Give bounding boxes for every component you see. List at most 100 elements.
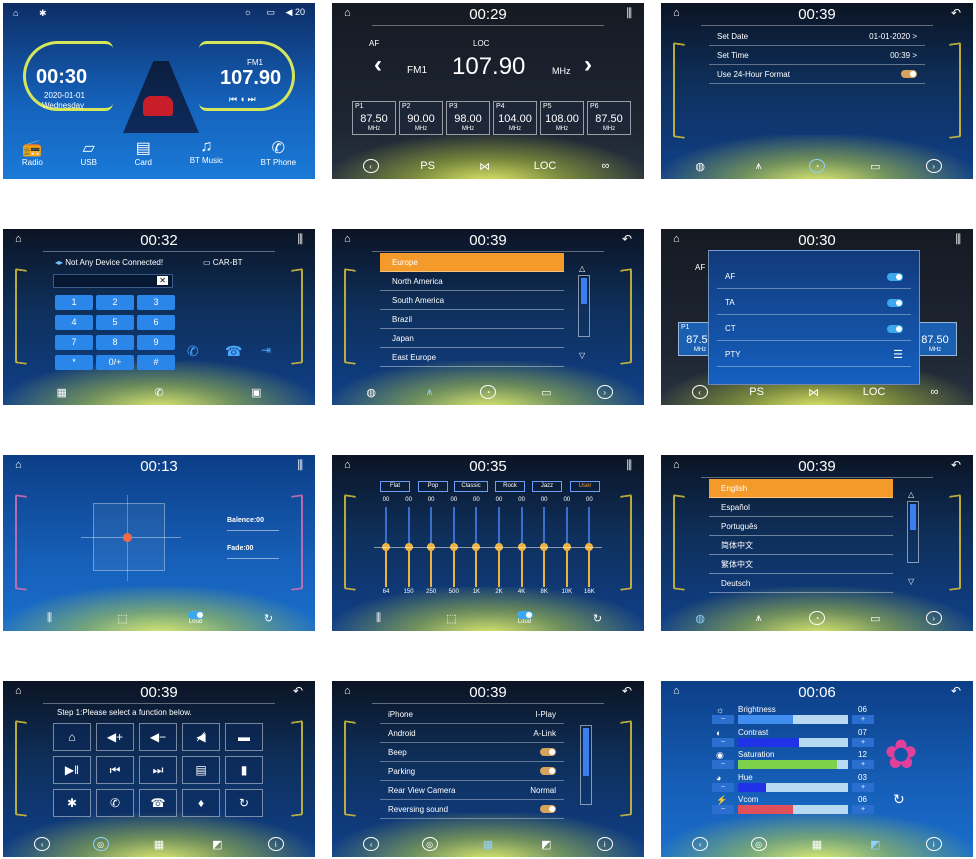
grid-icon[interactable]: ▦ (151, 838, 167, 851)
decrease-button[interactable]: − (712, 782, 734, 792)
preset-button[interactable]: P5 108.00 MHz (540, 101, 584, 135)
steering-wheel-icon[interactable]: ◎ (421, 837, 438, 851)
back-icon[interactable]: ‹ (362, 159, 379, 173)
scroll-up-icon[interactable]: △ (579, 264, 585, 273)
next-icon[interactable]: › (925, 159, 942, 173)
adjust-track[interactable] (738, 760, 848, 769)
transfer-icon[interactable]: ⇥ (261, 343, 271, 357)
previous-button[interactable]: ⏮ (96, 756, 134, 784)
pty-option[interactable]: PTY ☰ (717, 343, 911, 367)
settings-icon[interactable]: ⫼ (626, 6, 632, 21)
eq-preset-tab[interactable]: Flat (380, 481, 410, 492)
eq-preset-tab[interactable]: Pop (418, 481, 448, 492)
beep-toggle[interactable] (540, 748, 556, 756)
android-row[interactable]: Android A-Link (380, 724, 564, 743)
list-item[interactable]: South America (380, 291, 564, 310)
app-radio[interactable]: 📻 Radio (22, 138, 43, 179)
scrollbar[interactable] (580, 725, 592, 805)
home-icon[interactable]: ⌂ (673, 7, 680, 19)
keypad-key[interactable]: 2 (96, 295, 134, 310)
iphone-row[interactable]: iPhone I-Play (380, 705, 564, 724)
list-item[interactable]: 简体中文 (709, 536, 893, 555)
eq-icon[interactable]: ⫼ (371, 612, 387, 625)
increase-button[interactable]: + (852, 782, 874, 792)
eq-preset-tab[interactable]: Jazz (532, 481, 562, 492)
radio-button[interactable]: ▤ (182, 756, 220, 784)
volume-up-button[interactable]: ◀+ (96, 723, 134, 751)
app-usb[interactable]: ▱ USB (80, 138, 96, 179)
list-item[interactable]: 繁体中文 (709, 555, 893, 574)
home-icon[interactable]: ⌂ (673, 685, 680, 697)
loud-switch[interactable] (516, 611, 533, 619)
mode-button[interactable]: ▬ (225, 723, 263, 751)
next-icon[interactable]: › (596, 385, 613, 399)
home-function-button[interactable]: ⌂ (53, 723, 91, 751)
back-icon[interactable]: ‹ (691, 385, 708, 399)
scroll-down-icon[interactable]: ▽ (908, 577, 914, 586)
back-icon[interactable]: ↶ (951, 458, 961, 472)
radio-controls[interactable]: ⏮ ◖ ⏭ (229, 94, 256, 105)
clock-icon[interactable]: ◔ (479, 385, 496, 399)
keypad-key[interactable]: * (55, 355, 93, 370)
speaker-icon[interactable]: ⬚ (115, 612, 131, 625)
keypad-key[interactable]: 8 (96, 335, 134, 350)
reset-icon[interactable]: ↻ (261, 612, 277, 625)
reset-icon[interactable]: ↻ (590, 612, 606, 625)
list-item[interactable]: English (709, 479, 893, 498)
decrease-button[interactable]: − (712, 805, 734, 814)
keypad-key[interactable]: 5 (96, 315, 134, 330)
reset-icon[interactable]: ↻ (893, 791, 905, 808)
keypad-key[interactable]: 1 (55, 295, 93, 310)
back-icon[interactable]: ‹ (692, 837, 709, 851)
keypad-key[interactable]: 7 (55, 335, 93, 350)
ps-button[interactable]: PS (749, 386, 765, 398)
chat-icon[interactable]: ◍ (363, 386, 379, 399)
loud-switch[interactable] (187, 611, 204, 619)
app-bt-music[interactable]: ♫ BT Music (190, 138, 223, 179)
voice-button[interactable]: ♦ (182, 789, 220, 817)
list-icon[interactable]: ☰ (893, 348, 903, 361)
loc-button[interactable]: LOC (863, 386, 886, 398)
loc-button[interactable]: LOC (534, 160, 557, 172)
eq-preset-tab[interactable]: Rock (495, 481, 525, 492)
decrease-button[interactable]: − (712, 715, 734, 724)
adjust-track[interactable] (738, 805, 848, 814)
adjust-track[interactable] (738, 737, 848, 747)
call-icon[interactable]: ✆ (187, 343, 199, 360)
list-item[interactable]: Español (709, 498, 893, 517)
next-icon[interactable]: › (925, 611, 942, 625)
scrollbar[interactable] (907, 501, 919, 563)
chat-icon[interactable]: ◍ (692, 160, 708, 173)
steering-wheel-icon[interactable]: ◎ (750, 837, 767, 851)
hangup-button[interactable]: ☎ (139, 789, 177, 817)
scroll-thumb[interactable] (910, 504, 916, 530)
antenna-icon[interactable]: ⩚ (751, 160, 767, 173)
increase-button[interactable]: + (852, 805, 874, 814)
decrease-button[interactable]: − (712, 760, 734, 769)
ps-button[interactable]: PS (420, 160, 436, 172)
info-icon[interactable]: i (596, 837, 613, 851)
hangup-icon[interactable]: ☎ (225, 343, 242, 360)
image-icon[interactable]: ◩ (209, 838, 225, 851)
dialpad-icon[interactable]: ▦ (54, 386, 70, 399)
list-item[interactable]: East Europe (380, 348, 564, 367)
contacts-icon[interactable]: ▣ (248, 386, 264, 399)
call-button[interactable]: ✆ (96, 789, 134, 817)
balance-handle[interactable] (123, 533, 132, 542)
app-bt-phone[interactable]: ✆ BT Phone (261, 138, 296, 179)
home-icon[interactable]: ⌂ (344, 459, 351, 471)
back-icon[interactable]: ‹ (34, 837, 51, 851)
keypad-key[interactable]: 4 (55, 315, 93, 330)
scrollbar[interactable] (578, 275, 590, 337)
settings-icon[interactable]: ⫼ (955, 232, 961, 247)
keypad-key[interactable]: 9 (137, 335, 175, 350)
image-icon[interactable]: ◩ (538, 838, 554, 851)
eq-icon[interactable]: ⫼ (42, 612, 58, 625)
prev-station-button[interactable]: ‹ (374, 51, 382, 79)
clock-icon[interactable]: ◔ (808, 159, 825, 173)
bluetooth-button[interactable]: ✱ (53, 789, 91, 817)
reversing-toggle[interactable] (540, 805, 556, 813)
settings-icon[interactable]: ⫼ (626, 458, 632, 473)
ct-toggle[interactable] (887, 324, 903, 333)
scroll-thumb[interactable] (581, 278, 587, 304)
